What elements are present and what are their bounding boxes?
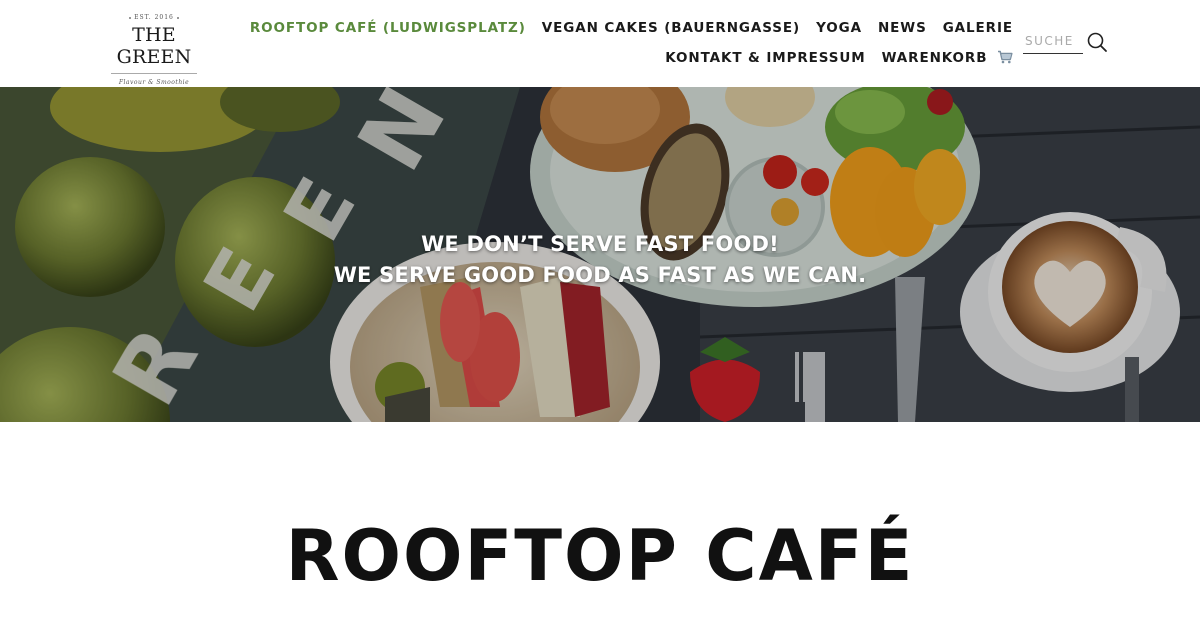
page-title: ROOFTOP CAFÉ [285, 515, 915, 597]
nav-row-1: ROOFTOP CAFÉ (LUDWIGSPLATZ) VEGAN CAKES … [250, 19, 1013, 37]
nav-item-galerie[interactable]: GALERIE [943, 19, 1013, 37]
search-field [1023, 30, 1083, 54]
logo-est-label: EST. 2016 [100, 14, 208, 21]
hero-line-2: WE SERVE GOOD FOOD AS FAST AS WE CAN. [333, 263, 867, 287]
hero-line-1: WE DON’T SERVE FAST FOOD! [421, 232, 779, 256]
nav-row-2: KONTAKT & IMPRESSUM WARENKORB [250, 49, 1013, 67]
logo-name: THE GREEN [116, 24, 192, 68]
nav-item-yoga[interactable]: YOGA [816, 19, 862, 37]
cart-icon [998, 50, 1013, 64]
logo-divider [111, 73, 197, 74]
search-icon [1087, 32, 1107, 52]
search-input[interactable] [1023, 30, 1083, 52]
site-logo[interactable]: EST. 2016 THE GREEN Flavour & Smoothie [100, 14, 208, 86]
nav-item-warenkorb-label: WARENKORB [881, 50, 988, 66]
search-button[interactable] [1086, 31, 1108, 53]
nav-item-news[interactable]: NEWS [878, 19, 927, 37]
nav-item-warenkorb[interactable]: WARENKORB [882, 49, 1013, 67]
hero-tagline: WE DON’T SERVE FAST FOOD! WE SERVE GOOD … [0, 229, 1200, 291]
nav-item-vegan-cakes[interactable]: VEGAN CAKES (BAUERNGASSE) [542, 19, 800, 37]
nav-item-kontakt[interactable]: KONTAKT & IMPRESSUM [665, 49, 865, 67]
main-navigation: ROOFTOP CAFÉ (LUDWIGSPLATZ) VEGAN CAKES … [250, 19, 1013, 67]
logo-tagline: Flavour & Smoothie [118, 79, 190, 86]
hero-banner: N E E R WE DON’T SERVE FAST FOOD! WE SER… [0, 87, 1200, 422]
nav-item-rooftop-cafe[interactable]: ROOFTOP CAFÉ (LUDWIGSPLATZ) [250, 19, 526, 37]
site-header: EST. 2016 THE GREEN Flavour & Smoothie R… [0, 0, 1200, 87]
